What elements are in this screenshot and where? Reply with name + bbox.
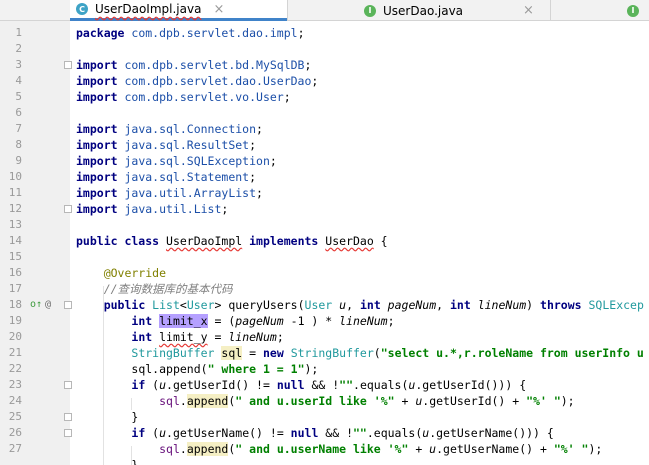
code-line: sql.append(" and u.userName like '%" + u… bbox=[159, 442, 603, 456]
code-line: import com.dpb.servlet.bd.MySqlDB; bbox=[76, 58, 312, 72]
code-line: import java.sql.SQLException; bbox=[76, 154, 277, 168]
code-line: public List<User> queryUsers(User u, int… bbox=[103, 298, 644, 312]
code-line: package com.dpb.servlet.dao.impl; bbox=[76, 26, 305, 40]
line-number: 7 bbox=[15, 122, 22, 135]
line-number: 16 bbox=[8, 266, 22, 279]
code-line: import java.util.ArrayList; bbox=[76, 186, 263, 200]
tab-userdaoimpl[interactable]: C UserDaoImpl.java × bbox=[70, 0, 287, 21]
line-number: 6 bbox=[15, 106, 22, 119]
line-number: 19 bbox=[8, 314, 22, 327]
code-line: sql.append(" and u.userId like '%" + u.g… bbox=[159, 394, 575, 408]
line-number: 9 bbox=[15, 154, 22, 167]
line-number: 11 bbox=[8, 186, 22, 199]
line-number: 26 bbox=[8, 426, 22, 439]
code-line: import java.sql.Statement; bbox=[76, 170, 257, 184]
fold-icon[interactable] bbox=[64, 301, 72, 309]
line-number: 12 bbox=[8, 202, 22, 215]
code-line: import com.dpb.servlet.dao.UserDao; bbox=[76, 74, 319, 88]
line-number: 24 bbox=[8, 394, 22, 407]
code-line: sql.append(" where 1 = 1"); bbox=[131, 362, 319, 376]
line-number: 4 bbox=[15, 74, 22, 87]
line-number: 22 bbox=[8, 362, 22, 375]
interface-icon: I bbox=[627, 4, 639, 17]
line-number: 17 bbox=[8, 282, 22, 295]
line-number: 18 bbox=[8, 298, 22, 311]
line-number: 25 bbox=[8, 410, 22, 423]
code-line: int limit_x = (pageNum -1 ) * lineNum; bbox=[131, 314, 395, 328]
fold-icon[interactable] bbox=[64, 205, 72, 213]
selected-variable: limit_x bbox=[159, 314, 208, 328]
line-number: 10 bbox=[8, 170, 22, 183]
code-line: StringBuffer sql = new StringBuffer("sel… bbox=[131, 346, 644, 360]
line-number: 5 bbox=[15, 90, 22, 103]
line-number: 13 bbox=[8, 218, 22, 231]
close-icon[interactable]: × bbox=[523, 3, 534, 18]
code-line: } bbox=[131, 458, 139, 465]
code-line: import java.sql.Connection; bbox=[76, 122, 263, 136]
code-line: int limit_y = lineNum; bbox=[131, 330, 284, 344]
line-number: 20 bbox=[8, 330, 22, 343]
implements-arrow-icon[interactable]: o↑ bbox=[30, 299, 42, 311]
code-line: } bbox=[131, 410, 139, 424]
code-line: if (u.getUserId() != null && !"".equals(… bbox=[131, 378, 527, 392]
code-line: @Override bbox=[76, 266, 167, 280]
line-number: 15 bbox=[8, 250, 22, 263]
tab-userdao[interactable]: I UserDao.java × bbox=[287, 0, 550, 21]
line-number: 1 bbox=[15, 26, 22, 39]
code-line: //查询数据库的基本代码 bbox=[76, 282, 233, 296]
line-number: 14 bbox=[8, 234, 22, 247]
close-icon[interactable]: × bbox=[213, 2, 224, 17]
line-number: 21 bbox=[8, 346, 22, 359]
fold-icon[interactable] bbox=[64, 429, 72, 437]
tab-label: UserDao.java bbox=[383, 3, 464, 18]
interface-icon: I bbox=[364, 4, 376, 17]
line-number: 8 bbox=[15, 138, 22, 151]
editor-tab-bar: C UserDaoImpl.java × I UserDao.java × I bbox=[0, 0, 649, 21]
line-number: 2 bbox=[15, 42, 22, 55]
class-icon: C bbox=[76, 3, 88, 15]
code-line: public class UserDaoImpl implements User… bbox=[76, 234, 388, 248]
line-number: 27 bbox=[8, 442, 22, 455]
code-line: if (u.getUserName() != null && !"".equal… bbox=[131, 426, 554, 440]
tab-label: UserDaoImpl.java bbox=[95, 2, 202, 16]
code-line: import com.dpb.servlet.vo.User; bbox=[76, 90, 291, 104]
line-number: 3 bbox=[15, 58, 22, 71]
fold-icon[interactable] bbox=[64, 381, 72, 389]
fold-icon[interactable] bbox=[64, 61, 72, 69]
fold-icon[interactable] bbox=[64, 413, 72, 421]
code-line: import java.util.List; bbox=[76, 202, 229, 216]
code-line: import java.sql.ResultSet; bbox=[76, 138, 257, 152]
override-icon[interactable]: @ bbox=[45, 299, 51, 311]
line-number-gutter[interactable]: 1 2 3 4 5 6 7 8 9 10 11 12 13 14 15 16 1… bbox=[0, 21, 72, 465]
line-number: 23 bbox=[8, 378, 22, 391]
tab-third[interactable]: I bbox=[550, 0, 649, 21]
code-editor[interactable]: package com.dpb.servlet.dao.impl; import… bbox=[76, 21, 649, 465]
